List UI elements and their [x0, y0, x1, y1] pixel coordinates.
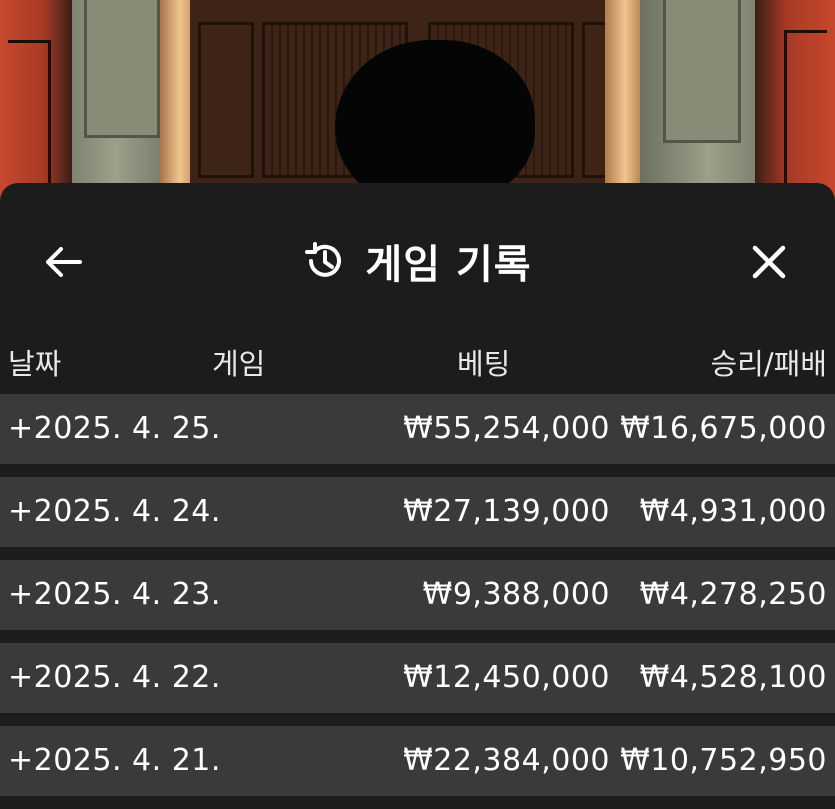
history-clock-icon	[303, 239, 347, 283]
row-date: +2025. 4. 21.	[8, 743, 221, 778]
row-winloss: ₩10,752,950	[620, 743, 827, 778]
table-row[interactable]: +2025. 4. 22. ₩12,450,000 ₩4,528,100	[0, 643, 835, 713]
row-bet: ₩9,388,000	[422, 577, 610, 612]
row-winloss: ₩4,278,250	[639, 577, 827, 612]
red-wall-left	[0, 0, 72, 200]
table-header: 날짜 게임 베팅 승리/패배	[0, 341, 835, 381]
close-icon	[750, 243, 788, 281]
row-winloss: ₩16,675,000	[620, 411, 827, 446]
pillar-right	[640, 0, 755, 200]
column-header-winloss: 승리/패배	[710, 347, 828, 381]
table-row[interactable]: +2025. 4. 25. ₩55,254,000 ₩16,675,000	[0, 394, 835, 464]
row-bet: ₩12,450,000	[403, 660, 610, 695]
column-header-bet: 베팅	[457, 347, 511, 381]
row-date: +2025. 4. 23.	[8, 577, 221, 612]
row-date: +2025. 4. 25.	[8, 411, 221, 446]
red-wall-right	[755, 0, 835, 200]
history-table-body: +2025. 4. 25. ₩55,254,000 ₩16,675,000 +2…	[0, 394, 835, 809]
row-date: +2025. 4. 22.	[8, 660, 221, 695]
sheet-title: 게임 기록	[0, 233, 835, 289]
row-bet: ₩27,139,000	[403, 494, 610, 529]
game-history-sheet: 게임 기록 날짜 게임 베팅 승리/패배 +2025. 4. 25. ₩55,2…	[0, 183, 835, 802]
column-header-game: 게임	[212, 347, 266, 381]
page-title: 게임 기록	[365, 242, 532, 288]
table-row[interactable]: +2025. 4. 21. ₩22,384,000 ₩10,752,950	[0, 726, 835, 796]
row-date: +2025. 4. 24.	[8, 494, 221, 529]
row-bet: ₩22,384,000	[403, 743, 610, 778]
row-bet: ₩55,254,000	[403, 411, 610, 446]
redaction-blob	[335, 40, 535, 200]
column-header-date: 날짜	[8, 347, 62, 381]
row-winloss: ₩4,931,000	[639, 494, 827, 529]
sheet-header: 게임 기록	[0, 183, 835, 333]
table-row[interactable]: +2025. 4. 24. ₩27,139,000 ₩4,931,000	[0, 477, 835, 547]
light-right	[605, 0, 645, 200]
close-button[interactable]	[745, 238, 793, 286]
table-row[interactable]: +2025. 4. 23. ₩9,388,000 ₩4,278,250	[0, 560, 835, 630]
background-scene	[0, 0, 835, 200]
row-winloss: ₩4,528,100	[639, 660, 827, 695]
